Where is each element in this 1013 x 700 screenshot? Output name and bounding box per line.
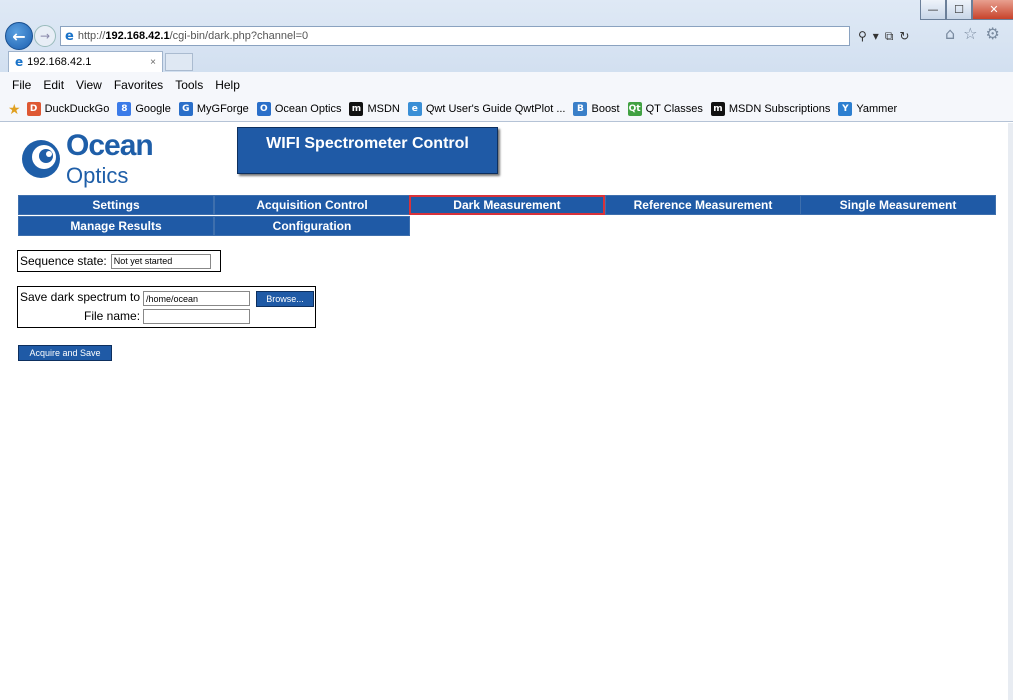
- close-window-button[interactable]: ✕: [972, 0, 1013, 20]
- url-scheme: http://: [77, 30, 106, 42]
- nav-configuration[interactable]: Configuration: [214, 216, 410, 236]
- favorite-label: MSDN: [367, 103, 400, 115]
- ie-page-icon: e: [65, 28, 74, 44]
- minimize-button[interactable]: —: [920, 0, 946, 20]
- save-path-input[interactable]: /home/ocean: [143, 291, 250, 306]
- file-name-input[interactable]: [143, 309, 250, 324]
- google-icon: 8: [117, 102, 132, 116]
- gear-icon[interactable]: ⚙: [986, 24, 1000, 43]
- favorite-label: QT Classes: [645, 103, 703, 115]
- new-tab-button[interactable]: [165, 53, 193, 71]
- back-button[interactable]: ←: [5, 22, 33, 50]
- scrollbar[interactable]: [1008, 123, 1013, 700]
- myg-forge-icon: G: [178, 102, 193, 116]
- menu-favorites[interactable]: Favorites: [114, 78, 163, 92]
- url-path: /cgi-bin/dark.php?channel=0: [169, 30, 309, 42]
- favorite-ocean-optics[interactable]: O Ocean Optics: [256, 102, 342, 116]
- toolbar-icons: ⌂ ☆ ⚙: [945, 24, 1000, 43]
- favorite-duckduckgo[interactable]: D DuckDuckGo: [26, 102, 110, 116]
- sequence-state-panel: Sequence state: Not yet started: [17, 250, 221, 272]
- home-icon[interactable]: ⌂: [945, 24, 955, 43]
- acquire-and-save-button[interactable]: Acquire and Save: [18, 345, 112, 361]
- nav-single-measurement[interactable]: Single Measurement: [800, 195, 996, 215]
- msdn-icon: m: [710, 102, 725, 116]
- boost-icon: B: [573, 102, 588, 116]
- url-host: 192.168.42.1: [105, 30, 170, 42]
- ocean-optics-icon: O: [256, 102, 271, 116]
- menu-help[interactable]: Help: [215, 78, 240, 92]
- favorites-bar: ★ D DuckDuckGo 8 Google G MyGForge O Ocean Opti…: [0, 97, 1013, 122]
- maximize-button[interactable]: ☐: [946, 0, 972, 20]
- tab-title: 192.168.42.1: [27, 56, 92, 68]
- page-content: Ocean Optics WIFI Spectrometer Control S…: [10, 123, 1010, 700]
- nav-reference-measurement[interactable]: Reference Measurement: [605, 195, 801, 215]
- browse-button[interactable]: Browse...: [256, 291, 314, 307]
- menu-tools[interactable]: Tools: [175, 78, 203, 92]
- address-actions: ⚲ ▾ ⧉ ↻: [858, 26, 909, 46]
- nav-acquisition-control[interactable]: Acquisition Control: [214, 195, 410, 215]
- qt-icon: Qt: [627, 102, 642, 116]
- favorite-label: MSDN Subscriptions: [728, 103, 831, 115]
- file-name-label: File name:: [84, 309, 141, 323]
- tab-active[interactable]: e 192.168.42.1 ×: [8, 51, 163, 72]
- logo-text-ocean: Ocean: [66, 129, 154, 162]
- favorite-label: Ocean Optics: [274, 103, 342, 115]
- nav-dark-measurement[interactable]: Dark Measurement: [409, 195, 605, 215]
- refresh-icon[interactable]: ↻: [899, 29, 909, 43]
- menu-edit[interactable]: Edit: [43, 78, 64, 92]
- favorite-mygforge[interactable]: G MyGForge: [178, 102, 249, 116]
- ocean-optics-swirl-icon: [22, 140, 60, 178]
- favorite-qwt-user-s-guide-qwtplot[interactable]: e Qwt User's Guide QwtPlot ...: [407, 102, 566, 116]
- save-label: Save dark spectrum to: [20, 290, 141, 304]
- window-controls: — ☐ ✕: [920, 0, 1013, 20]
- logo-text-optics: Optics: [66, 163, 129, 188]
- favorite-msdn[interactable]: m MSDN: [349, 102, 400, 116]
- menu-view[interactable]: View: [76, 78, 102, 92]
- favorite-label: Yammer: [856, 103, 898, 115]
- favorite-label: DuckDuckGo: [44, 103, 110, 115]
- dropdown-icon[interactable]: ▾: [873, 29, 879, 43]
- address-bar[interactable]: e http://192.168.42.1/cgi-bin/dark.php?c…: [60, 26, 850, 46]
- save-panel: Save dark spectrum to /home/ocean Browse…: [17, 286, 316, 328]
- search-icon[interactable]: ⚲: [858, 29, 867, 43]
- duckduckgo-icon: D: [26, 102, 41, 116]
- ie-page-icon: e: [407, 102, 422, 116]
- arrow-left-icon: ←: [12, 26, 26, 46]
- nav-settings[interactable]: Settings: [18, 195, 214, 215]
- msdn-icon: m: [349, 102, 364, 116]
- sequence-state-field: Not yet started: [110, 253, 211, 269]
- ie-page-icon: e: [15, 55, 24, 69]
- page-title: WIFI Spectrometer Control: [237, 127, 498, 174]
- menu-file[interactable]: File: [12, 78, 31, 92]
- browser-chrome: — ☐ ✕ ← → e http://192.168.42.1/cgi-bin/…: [0, 0, 1013, 122]
- favorite-msdn-subscriptions[interactable]: m MSDN Subscriptions: [710, 102, 831, 116]
- compatibility-icon[interactable]: ⧉: [885, 29, 894, 44]
- menu-bar: File Edit View Favorites Tools Help: [0, 72, 1013, 97]
- favorite-yammer[interactable]: Y Yammer: [838, 102, 897, 116]
- forward-button[interactable]: →: [34, 25, 56, 47]
- favorite-label: Qwt User's Guide QwtPlot ...: [425, 103, 566, 115]
- favorite-label: Boost: [591, 103, 620, 115]
- ocean-optics-logo: Ocean Optics: [20, 129, 160, 188]
- favorite-google[interactable]: 8 Google: [117, 102, 171, 116]
- nav-manage-results[interactable]: Manage Results: [18, 216, 214, 236]
- favorite-label: MyGForge: [196, 103, 249, 115]
- star-icon[interactable]: ☆: [963, 24, 977, 43]
- favorite-label: Google: [135, 103, 171, 115]
- add-favorite-icon[interactable]: ★: [8, 101, 21, 118]
- arrow-right-icon: →: [39, 29, 51, 43]
- favorite-qt-classes[interactable]: Qt QT Classes: [627, 102, 703, 116]
- favorite-boost[interactable]: B Boost: [573, 102, 620, 116]
- sequence-state-label: Sequence state:: [20, 254, 107, 268]
- yammer-icon: Y: [838, 102, 853, 116]
- tab-close-icon[interactable]: ×: [150, 57, 156, 68]
